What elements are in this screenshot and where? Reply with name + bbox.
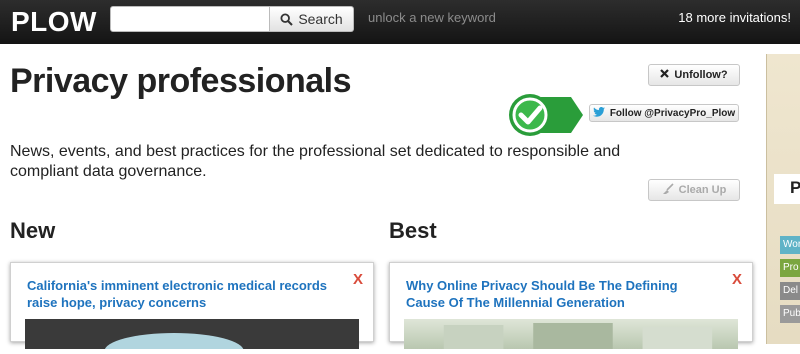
page-title: Privacy professionals — [10, 62, 352, 100]
top-navigation-bar: PLOW Search unlock a new keyword 18 more… — [0, 0, 800, 44]
unlock-keyword-link[interactable]: unlock a new keyword — [368, 10, 496, 25]
checkmark-badge-icon — [509, 94, 583, 136]
article-headline-link[interactable]: Why Online Privacy Should Be The Definin… — [406, 277, 716, 311]
side-panel-letter: P — [790, 178, 800, 197]
search-button[interactable]: Search — [270, 6, 354, 32]
broom-icon — [662, 182, 674, 198]
topic-description: News, events, and best practices for the… — [10, 143, 621, 180]
search-input[interactable] — [110, 6, 270, 32]
twitter-follow-button[interactable]: Follow @PrivacyPro_Plow — [589, 104, 739, 122]
side-panel-row[interactable]: Wor — [780, 236, 800, 254]
magnifier-icon — [280, 12, 294, 26]
unfollow-label: Unfollow? — [674, 69, 728, 81]
best-section-title: Best — [389, 218, 437, 243]
dismiss-button[interactable]: X — [732, 271, 742, 288]
twitter-follow-label: Follow @PrivacyPro_Plow — [609, 107, 736, 119]
new-article-card[interactable]: California's imminent electronic medical… — [10, 262, 374, 354]
plow-logo[interactable]: PLOW — [11, 6, 97, 38]
side-panel-row[interactable]: Pub — [780, 305, 800, 323]
unfollow-button[interactable]: Unfollow? — [648, 64, 740, 86]
article-thumbnail[interactable] — [25, 319, 359, 354]
best-article-card[interactable]: Why Online Privacy Should Be The Definin… — [389, 262, 753, 349]
close-icon — [660, 69, 670, 81]
twitter-bird-icon — [592, 106, 605, 120]
article-headline-link[interactable]: California's imminent electronic medical… — [27, 277, 337, 311]
invitations-link[interactable]: 18 more invitations! — [678, 10, 791, 25]
search-button-label: Search — [298, 11, 343, 27]
dismiss-button[interactable]: X — [353, 271, 363, 288]
new-section-title: New — [10, 218, 56, 243]
clean-up-label: Clean Up — [678, 184, 727, 196]
article-thumbnail[interactable] — [404, 319, 738, 349]
side-panel-row[interactable]: Del — [780, 282, 800, 300]
clean-up-button[interactable]: Clean Up — [648, 179, 740, 201]
side-panel-row[interactable]: Pro — [780, 259, 800, 277]
